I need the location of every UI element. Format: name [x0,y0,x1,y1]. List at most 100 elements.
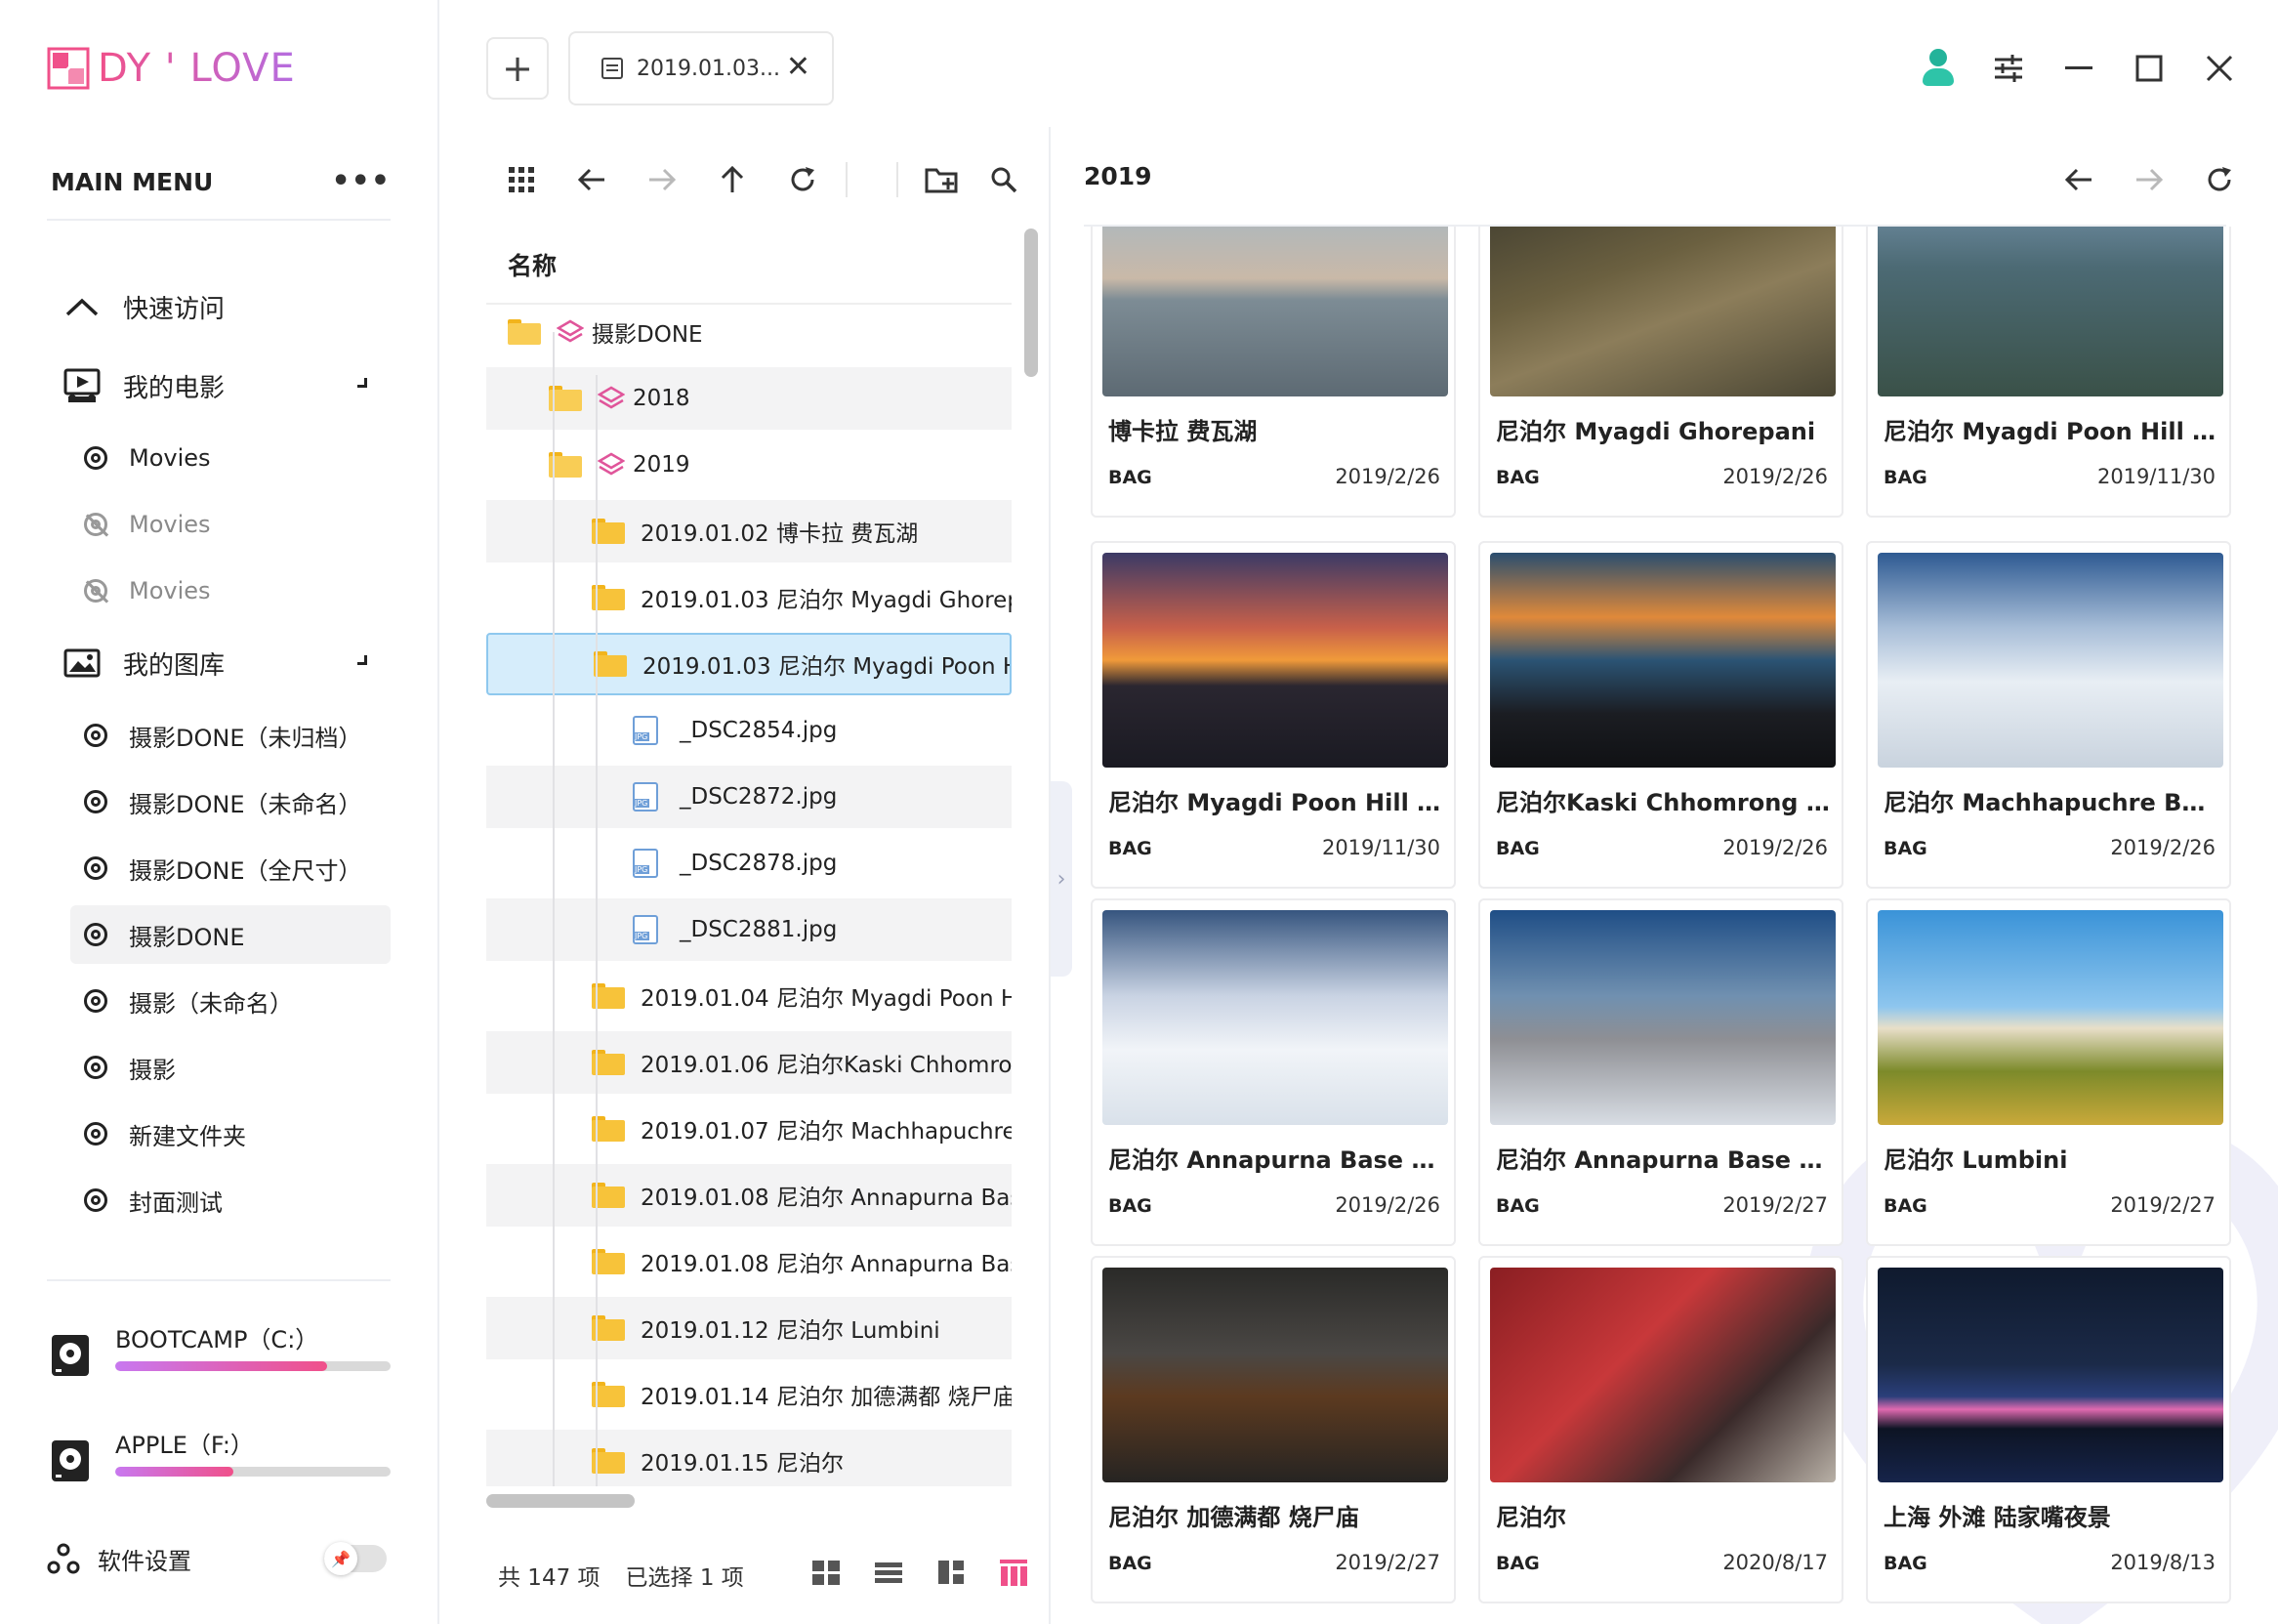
file-row[interactable]: _DSC2878.jpg [486,832,1012,895]
photo-date: 2019/2/27 [1722,1193,1828,1217]
user-avatar[interactable] [1919,49,1958,88]
vertical-scrollbar[interactable] [1024,229,1038,377]
photo-card[interactable]: 上海 外滩 陆家嘴夜景 BAG 2019/8/13 [1866,1256,2231,1603]
photo-tag: BAG [1884,838,1927,859]
software-settings[interactable]: 软件设置 📌 [47,1539,391,1578]
nav-gallery-item[interactable]: 封面测试 [47,1171,391,1229]
folder-row[interactable]: 2019.01.14 尼泊尔 加德满都 烧尸庙 [486,1363,1012,1426]
nav-label: 我的电影 [123,373,226,403]
tree-item-label: 2019.01.12 尼泊尔 Lumbini [641,1318,940,1344]
close-window-icon[interactable] [2200,49,2239,88]
jpg-file-icon [633,716,658,745]
folder-row[interactable]: 2019.01.15 尼泊尔 [486,1430,1012,1486]
back-icon[interactable] [2053,152,2104,207]
folder-row[interactable]: 2019.01.07 尼泊尔 Machhapuchre Base [486,1098,1012,1160]
photo-thumbnail[interactable] [1878,553,2223,768]
collapse-icon[interactable] [357,378,367,388]
folder-row[interactable]: 2018 [486,367,1012,430]
photo-card[interactable]: 尼泊尔Kaski Chhomrong 鱼... BAG 2019/2/26 [1478,541,1843,889]
nav-gallery-item[interactable]: 摄影DONE（未命名） [47,772,391,831]
photo-card[interactable]: 尼泊尔 Machhapuchre Base... BAG 2019/2/26 [1866,541,2231,889]
file-row[interactable]: _DSC2872.jpg [486,766,1012,828]
folder-row[interactable]: 2019.01.02 博卡拉 费瓦湖 [486,500,1012,562]
forward-icon[interactable] [627,152,697,207]
minimize-icon[interactable] [2059,49,2098,88]
folder-row[interactable]: 2019 [486,434,1012,496]
forward-icon[interactable] [2124,152,2174,207]
photo-thumbnail[interactable] [1878,1268,2223,1482]
photo-date: 2019/2/27 [1335,1551,1440,1574]
photo-card[interactable]: 尼泊尔 Lumbini BAG 2019/2/27 [1866,898,2231,1246]
photo-card[interactable]: 尼泊尔 Annapurna Base Camp BAG 2019/2/26 [1091,898,1456,1246]
photo-thumbnail[interactable] [1878,910,2223,1125]
nav-label: 新建文件夹 [129,1122,246,1150]
photo-date: 2019/2/27 [2110,1193,2216,1217]
grid-view-icon[interactable] [808,1555,844,1590]
photo-card[interactable]: 尼泊尔 加德满都 烧尸庙 BAG 2019/2/27 [1091,1256,1456,1603]
nav-movies-3[interactable]: Movies [47,562,391,620]
pin-toggle[interactable]: 📌 [324,1542,387,1575]
photo-thumbnail[interactable] [1490,1268,1836,1482]
main-menu-header: MAIN MENU ••• [51,162,391,201]
nav-gallery-item[interactable]: 新建文件夹 [47,1104,391,1163]
photo-card[interactable]: 尼泊尔 Annapurna Base Ca... BAG 2019/2/27 [1478,898,1843,1246]
photo-card[interactable]: 尼泊尔 BAG 2020/8/17 [1478,1256,1843,1603]
file-row[interactable]: _DSC2854.jpg [486,699,1012,762]
folder-icon [594,651,627,677]
nav-gallery-item[interactable]: 摄影DONE（全尺寸） [47,839,391,897]
gallery-nav [2053,152,2245,207]
photo-thumbnail[interactable] [1490,553,1836,768]
horizontal-scrollbar[interactable] [486,1494,635,1508]
nav-gallery-item[interactable]: 摄影DONE（未归档） [47,706,391,765]
nav-gallery-item-active[interactable]: 摄影DONE [70,905,391,964]
more-icon[interactable]: ••• [331,167,391,196]
logo-text: DY ' LOVE [98,46,296,91]
nav-gallery-item[interactable]: 摄影（未命名） [47,972,391,1030]
folder-row[interactable]: 2019.01.06 尼泊尔Kaski Chhomrong [486,1031,1012,1094]
library-icon [82,923,109,946]
splitter-handle[interactable]: › [1051,781,1072,977]
sliders-icon[interactable] [1989,49,2028,88]
tree-item-label: 2019.01.08 尼泊尔 Annapurna Base [641,1252,1012,1277]
photo-thumbnail[interactable] [1102,553,1448,768]
close-tab-icon[interactable]: ✕ [786,53,810,82]
file-row[interactable]: _DSC2881.jpg [486,898,1012,961]
drive-usage-fill [115,1467,234,1477]
column-header-name[interactable]: 名称 [486,227,1012,305]
tiles-view-icon[interactable] [933,1555,969,1590]
photo-thumbnail[interactable] [1102,910,1448,1125]
new-folder-icon[interactable] [906,152,976,207]
folder-row[interactable]: 2019.01.12 尼泊尔 Lumbini [486,1297,1012,1359]
search-icon[interactable] [976,152,1031,207]
drive-c[interactable]: BOOTCAMP（C:） [47,1320,391,1389]
refresh-icon[interactable] [2194,152,2245,207]
folder-row[interactable]: 摄影DONE [486,301,1012,363]
nav-my-gallery[interactable]: 我的图库 [47,634,391,692]
nav-movies-1[interactable]: Movies [47,429,391,487]
apps-icon[interactable] [486,152,557,207]
tab-active[interactable]: 2019.01.03... ✕ [568,31,834,105]
nav-gallery-item[interactable]: 摄影 [47,1038,391,1097]
collapse-icon[interactable] [357,655,367,665]
maximize-icon[interactable] [2130,49,2169,88]
folder-row[interactable]: 2019.01.04 尼泊尔 Myagdi Poon Hill [486,965,1012,1027]
up-icon[interactable] [697,152,767,207]
masonry-view-icon[interactable] [996,1555,1031,1590]
sidebar: DY ' LOVE MAIN MENU ••• 快速访问 我的电影 Movies… [0,0,439,1624]
nav-my-movies[interactable]: 我的电影 [47,356,391,415]
folder-row[interactable]: 2019.01.08 尼泊尔 Annapurna Base [486,1230,1012,1293]
folder-row[interactable]: 2019.01.08 尼泊尔 Annapurna Base [486,1164,1012,1227]
photo-thumbnail[interactable] [1102,1268,1448,1482]
drive-f[interactable]: APPLE（F:） [47,1426,391,1494]
new-tab-button[interactable]: + [486,37,549,100]
photo-card[interactable]: 尼泊尔 Myagdi Poon Hill 安... BAG 2019/11/30 [1091,541,1456,889]
folder-row[interactable]: 2019.01.03 尼泊尔 Myagdi Ghorepani [486,566,1012,629]
list-view-icon[interactable] [871,1555,906,1590]
refresh-icon[interactable] [767,152,838,207]
folder-row[interactable]: 2019.01.03 尼泊尔 Myagdi Poon Hill [486,633,1012,695]
nav-quick-access[interactable]: 快速访问 [47,277,391,336]
back-icon[interactable] [557,152,627,207]
nav-movies-2[interactable]: Movies [47,495,391,554]
layers-icon [557,319,584,343]
photo-thumbnail[interactable] [1490,910,1836,1125]
